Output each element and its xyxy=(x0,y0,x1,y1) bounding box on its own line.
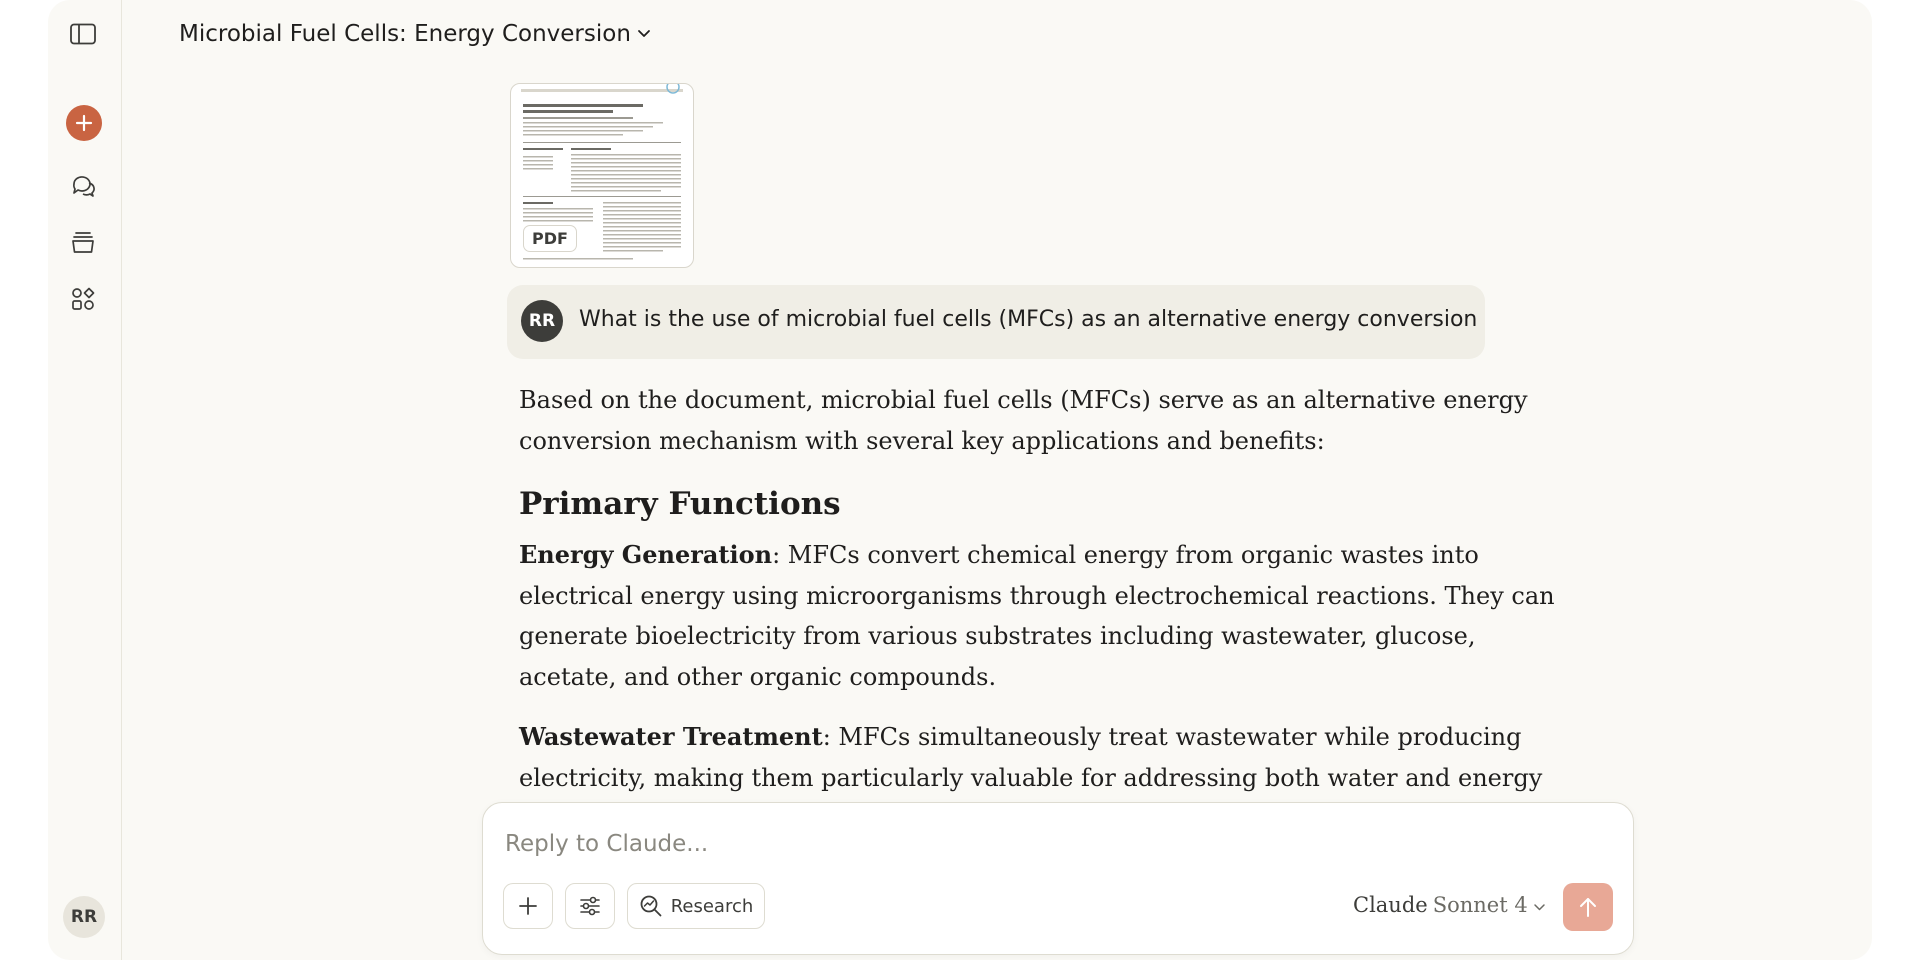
paragraph-title: Wastewater Treatment xyxy=(519,722,823,751)
conversation: PDF RR What is the use of microbial fuel… xyxy=(48,0,1872,800)
paragraph-title: Energy Generation xyxy=(519,540,773,569)
reply-input[interactable] xyxy=(503,823,1607,865)
response-intro: Based on the document, microbial fuel ce… xyxy=(519,386,1528,455)
user-message-avatar: RR xyxy=(521,300,563,342)
tools-settings-button[interactable] xyxy=(565,883,615,929)
user-avatar[interactable]: RR xyxy=(63,896,105,938)
arrow-up-icon xyxy=(1580,898,1596,917)
pdf-attachment[interactable]: PDF xyxy=(510,83,694,268)
composer: Research Claude Sonnet 4 xyxy=(482,802,1634,955)
pdf-badge: PDF xyxy=(523,225,577,252)
model-name: Claude xyxy=(1353,893,1428,917)
user-message: RR What is the use of microbial fuel cel… xyxy=(507,285,1485,359)
research-button[interactable]: Research xyxy=(627,883,765,929)
sliders-icon xyxy=(580,896,600,916)
plus-icon xyxy=(519,897,537,915)
assistant-response: Based on the document, microbial fuel ce… xyxy=(519,380,1559,800)
model-selector[interactable]: Claude Sonnet 4 xyxy=(1353,893,1546,917)
research-label: Research xyxy=(670,895,754,917)
chevron-down-icon xyxy=(1533,904,1545,911)
add-attachment-button[interactable] xyxy=(503,883,553,929)
model-version: Sonnet 4 xyxy=(1432,893,1528,917)
app-window: RR Microbial Fuel Cells: Energy Conversi… xyxy=(48,0,1872,960)
response-heading: Primary Functions xyxy=(519,486,841,522)
research-icon xyxy=(640,895,662,917)
user-message-text: What is the use of microbial fuel cells … xyxy=(579,307,1478,332)
response-paragraph: Energy Generation: MFCs convert chemical… xyxy=(519,535,1559,697)
send-button[interactable] xyxy=(1563,883,1613,931)
response-paragraph: Wastewater Treatment: MFCs simultaneousl… xyxy=(519,717,1559,800)
